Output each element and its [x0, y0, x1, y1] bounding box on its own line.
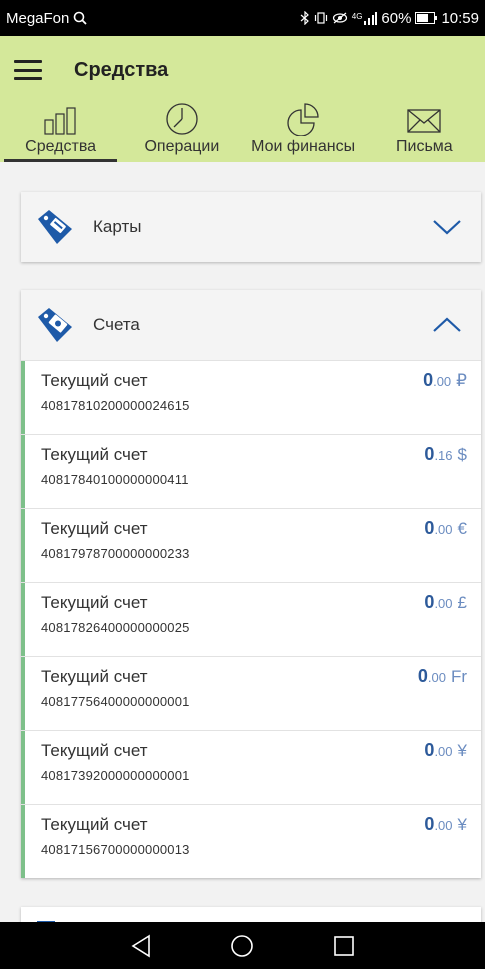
account-row[interactable]: Текущий счет 40817978700000000233 0.00 € [21, 508, 481, 582]
carrier-label: MegaFon [6, 9, 70, 27]
page-title: Средства [74, 58, 169, 81]
tab-operations[interactable]: Операции [121, 102, 242, 162]
balance-decimal: .00 [434, 596, 453, 611]
menu-icon[interactable] [14, 60, 42, 80]
account-row[interactable]: Текущий счет 40817756400000000001 0.00 F… [21, 656, 481, 730]
balance-currency: $ [457, 445, 467, 464]
bluetooth-icon [300, 11, 310, 25]
clock-time: 10:59 [441, 9, 479, 27]
tab-funds[interactable]: Средства [0, 104, 121, 162]
balance-integer: 0 [424, 518, 435, 538]
battery-percent: 60% [381, 9, 412, 27]
network-type-label: 4G [351, 11, 363, 21]
balance-decimal: .00 [434, 522, 453, 537]
account-number: 40817826400000000025 [41, 620, 190, 635]
balance-decimal: .00 [427, 670, 446, 685]
account-name: Текущий счет [41, 445, 148, 464]
accounts-section: Счета Текущий счет 40817810200000024615 … [21, 290, 481, 878]
account-number: 40817810200000024615 [41, 398, 190, 413]
bar-chart-icon [41, 106, 81, 138]
accounts-title: Счета [93, 315, 140, 334]
account-name: Текущий счет [41, 593, 148, 612]
account-balance: 0.16 $ [424, 444, 467, 465]
chevron-up-icon[interactable] [431, 315, 463, 335]
balance-integer: 0 [417, 666, 428, 686]
account-number: 40817756400000000001 [41, 694, 190, 709]
balance-decimal: .00 [434, 818, 453, 833]
account-balance: 0.00 £ [424, 592, 467, 613]
account-balance: 0.00 ₽ [423, 370, 467, 391]
balance-currency: ₽ [456, 371, 467, 390]
balance-currency: € [457, 519, 467, 538]
account-row[interactable]: Текущий счет 40817826400000000025 0.00 £ [21, 582, 481, 656]
tab-operations-label: Операции [144, 138, 220, 155]
card-tag-icon [35, 207, 75, 247]
balance-currency: Fr [450, 667, 467, 686]
account-number: 40817156700000000013 [41, 842, 190, 857]
back-icon[interactable] [126, 931, 156, 961]
balance-integer: 0 [424, 740, 435, 760]
cards-title: Карты [93, 217, 142, 236]
clock-icon [162, 102, 202, 138]
chevron-down-icon[interactable] [431, 217, 463, 237]
cards-header[interactable]: Карты [21, 192, 481, 262]
account-name: Текущий счет [41, 667, 148, 686]
home-icon[interactable] [227, 931, 257, 961]
vibrate-icon [314, 11, 328, 25]
money-tag-icon [35, 305, 75, 345]
cards-section: Карты [21, 192, 481, 262]
system-nav-bar [0, 922, 485, 969]
account-balance: 0.00 Fr [418, 666, 467, 687]
status-bar: MegaFon 4G 60% 10:59 [0, 0, 485, 36]
account-balance: 0.00 ¥ [424, 814, 467, 835]
balance-integer: 0 [424, 592, 435, 612]
account-row[interactable]: Текущий счет 40817156700000000013 0.00 ¥ [21, 804, 481, 878]
account-number: 40817978700000000233 [41, 546, 190, 561]
tab-my-finances-label: Мои финансы [251, 138, 356, 155]
balance-decimal: .00 [434, 744, 453, 759]
toolbar: Средства [0, 36, 485, 104]
balance-integer: 0 [423, 370, 434, 390]
battery-icon [415, 12, 438, 24]
account-number: 40817840100000000411 [41, 472, 189, 487]
next-section-peek[interactable] [21, 907, 481, 922]
balance-integer: 0 [424, 444, 435, 464]
account-name: Текущий счет [41, 741, 148, 760]
balance-integer: 0 [424, 814, 435, 834]
search-icon [73, 11, 88, 25]
app-header: Средства Средства Операции Мои финансы П… [0, 36, 485, 162]
account-row[interactable]: Текущий счет 40817810200000024615 0.00 ₽ [21, 360, 481, 434]
balance-decimal: .00 [433, 374, 452, 389]
account-name: Текущий счет [41, 815, 148, 834]
account-name: Текущий счет [41, 371, 148, 390]
tab-letters[interactable]: Письма [364, 104, 485, 162]
envelope-icon [404, 106, 444, 138]
signal-icon: 4G [351, 11, 378, 25]
account-row[interactable]: Текущий счет 40817840100000000411 0.16 $ [21, 434, 481, 508]
account-number: 40817392000000000001 [41, 768, 190, 783]
account-balance: 0.00 € [424, 518, 467, 539]
balance-decimal: .16 [434, 448, 453, 463]
tab-letters-label: Письма [396, 138, 453, 155]
tab-funds-label: Средства [25, 138, 97, 155]
balance-currency: ¥ [457, 815, 467, 834]
recent-apps-icon[interactable] [329, 931, 359, 961]
accounts-header[interactable]: Счета [21, 290, 481, 360]
account-balance: 0.00 ¥ [424, 740, 467, 761]
account-name: Текущий счет [41, 519, 148, 538]
account-row[interactable]: Текущий счет 40817392000000000001 0.00 ¥ [21, 730, 481, 804]
balance-currency: £ [457, 593, 467, 612]
tab-bar: Средства Операции Мои финансы Письма [0, 102, 485, 162]
content-area: Карты Счета Текущий счет 408178102000000… [0, 162, 485, 922]
tab-my-finances[interactable]: Мои финансы [243, 102, 364, 162]
balance-currency: ¥ [457, 741, 467, 760]
eye-icon [332, 12, 348, 24]
pie-chart-icon [283, 102, 323, 138]
